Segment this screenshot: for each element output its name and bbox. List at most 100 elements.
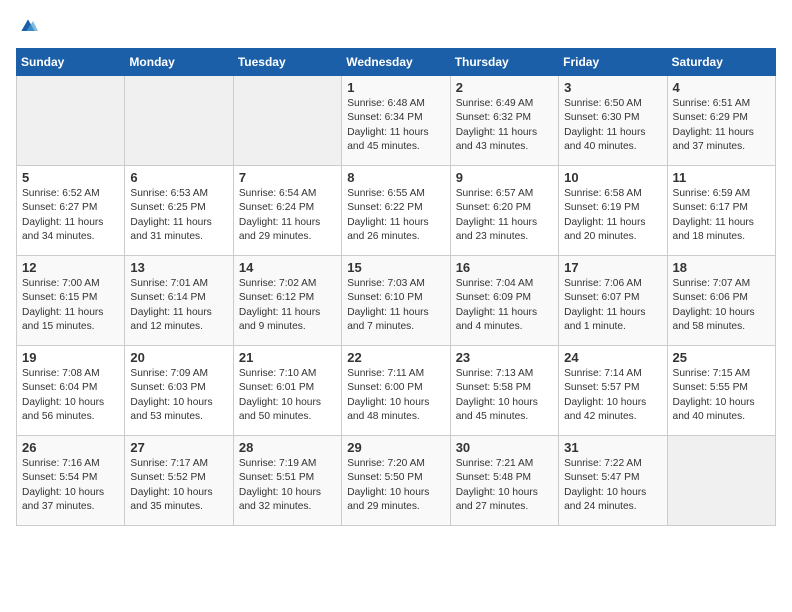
day-number: 27 — [130, 440, 227, 455]
day-info: Sunrise: 7:20 AM Sunset: 5:50 PM Dayligh… — [347, 457, 444, 514]
week-row-4: 26 Sunrise: 7:16 AM Sunset: 5:54 PM Dayli… — [17, 436, 776, 526]
calendar-cell: 21 Sunrise: 7:10 AM Sunset: 6:01 PM Dayli… — [233, 346, 341, 436]
day-number: 4 — [673, 80, 770, 95]
header-friday: Friday — [559, 49, 667, 76]
calendar-cell: 16 Sunrise: 7:04 AM Sunset: 6:09 PM Dayli… — [450, 256, 558, 346]
week-row-0: 1 Sunrise: 6:48 AM Sunset: 6:34 PM Daylig… — [17, 76, 776, 166]
day-number: 20 — [130, 350, 227, 365]
day-info: Sunrise: 7:04 AM Sunset: 6:09 PM Dayligh… — [456, 277, 553, 334]
day-number: 29 — [347, 440, 444, 455]
calendar-cell: 10Sunrise: 6:58 AM Sunset: 6:19 PM Dayli… — [559, 166, 667, 256]
calendar-cell: 28 Sunrise: 7:19 AM Sunset: 5:51 PM Dayli… — [233, 436, 341, 526]
calendar-cell: 5 Sunrise: 6:52 AM Sunset: 6:27 PM Daylig… — [17, 166, 125, 256]
day-number: 31 — [564, 440, 661, 455]
day-number: 13 — [130, 260, 227, 275]
day-number: 1 — [347, 80, 444, 95]
day-number: 14 — [239, 260, 336, 275]
calendar-cell: 12 Sunrise: 7:00 AM Sunset: 6:15 PM Dayli… — [17, 256, 125, 346]
calendar-cell — [17, 76, 125, 166]
day-info: Sunrise: 6:51 AM Sunset: 6:29 PM Dayligh… — [673, 97, 770, 154]
day-number: 25 — [673, 350, 770, 365]
day-info: Sunrise: 6:57 AM Sunset: 6:20 PM Dayligh… — [456, 187, 553, 244]
day-info: Sunrise: 6:52 AM Sunset: 6:27 PM Dayligh… — [22, 187, 119, 244]
calendar-cell — [233, 76, 341, 166]
day-info: Sunrise: 7:21 AM Sunset: 5:48 PM Dayligh… — [456, 457, 553, 514]
calendar-cell: 31 Sunrise: 7:22 AM Sunset: 5:47 PM Dayli… — [559, 436, 667, 526]
day-info: Sunrise: 6:54 AM Sunset: 6:24 PM Dayligh… — [239, 187, 336, 244]
day-info: Sunrise: 7:19 AM Sunset: 5:51 PM Dayligh… — [239, 457, 336, 514]
day-number: 11 — [673, 170, 770, 185]
day-number: 16 — [456, 260, 553, 275]
day-info: Sunrise: 7:13 AM Sunset: 5:58 PM Dayligh… — [456, 367, 553, 424]
day-number: 30 — [456, 440, 553, 455]
calendar-cell: 20 Sunrise: 7:09 AM Sunset: 6:03 PM Dayli… — [125, 346, 233, 436]
day-number: 3 — [564, 80, 661, 95]
calendar-table: SundayMondayTuesdayWednesdayThursdayFrid… — [16, 48, 776, 526]
day-number: 26 — [22, 440, 119, 455]
header-wednesday: Wednesday — [342, 49, 450, 76]
calendar-cell: 18 Sunrise: 7:07 AM Sunset: 6:06 PM Dayli… — [667, 256, 775, 346]
day-info: Sunrise: 7:02 AM Sunset: 6:12 PM Dayligh… — [239, 277, 336, 334]
day-info: Sunrise: 7:09 AM Sunset: 6:03 PM Dayligh… — [130, 367, 227, 424]
calendar-cell: 2 Sunrise: 6:49 AM Sunset: 6:32 PM Daylig… — [450, 76, 558, 166]
calendar-cell: 22 Sunrise: 7:11 AM Sunset: 6:00 PM Dayli… — [342, 346, 450, 436]
day-info: Sunrise: 7:10 AM Sunset: 6:01 PM Dayligh… — [239, 367, 336, 424]
day-info: Sunrise: 7:15 AM Sunset: 5:55 PM Dayligh… — [673, 367, 770, 424]
calendar-cell: 15Sunrise: 7:03 AM Sunset: 6:10 PM Dayli… — [342, 256, 450, 346]
day-number: 23 — [456, 350, 553, 365]
calendar-cell: 3Sunrise: 6:50 AM Sunset: 6:30 PM Daylig… — [559, 76, 667, 166]
day-info: Sunrise: 6:55 AM Sunset: 6:22 PM Dayligh… — [347, 187, 444, 244]
calendar-cell: 9 Sunrise: 6:57 AM Sunset: 6:20 PM Daylig… — [450, 166, 558, 256]
calendar-cell: 27Sunrise: 7:17 AM Sunset: 5:52 PM Dayli… — [125, 436, 233, 526]
header-thursday: Thursday — [450, 49, 558, 76]
page-header — [16, 16, 776, 36]
day-number: 24 — [564, 350, 661, 365]
day-number: 18 — [673, 260, 770, 275]
calendar-body: 1 Sunrise: 6:48 AM Sunset: 6:34 PM Daylig… — [17, 76, 776, 526]
day-number: 17 — [564, 260, 661, 275]
day-info: Sunrise: 7:00 AM Sunset: 6:15 PM Dayligh… — [22, 277, 119, 334]
calendar-cell: 8 Sunrise: 6:55 AM Sunset: 6:22 PM Daylig… — [342, 166, 450, 256]
day-number: 15 — [347, 260, 444, 275]
calendar-cell: 26 Sunrise: 7:16 AM Sunset: 5:54 PM Dayli… — [17, 436, 125, 526]
header-sunday: Sunday — [17, 49, 125, 76]
calendar-cell: 7 Sunrise: 6:54 AM Sunset: 6:24 PM Daylig… — [233, 166, 341, 256]
day-number: 22 — [347, 350, 444, 365]
calendar-cell — [667, 436, 775, 526]
calendar-cell: 11 Sunrise: 6:59 AM Sunset: 6:17 PM Dayli… — [667, 166, 775, 256]
day-number: 21 — [239, 350, 336, 365]
calendar-cell: 30 Sunrise: 7:21 AM Sunset: 5:48 PM Dayli… — [450, 436, 558, 526]
calendar-cell: 13Sunrise: 7:01 AM Sunset: 6:14 PM Dayli… — [125, 256, 233, 346]
calendar-cell: 29 Sunrise: 7:20 AM Sunset: 5:50 PM Dayli… — [342, 436, 450, 526]
calendar-cell: 14 Sunrise: 7:02 AM Sunset: 6:12 PM Dayli… — [233, 256, 341, 346]
day-info: Sunrise: 7:16 AM Sunset: 5:54 PM Dayligh… — [22, 457, 119, 514]
day-info: Sunrise: 7:11 AM Sunset: 6:00 PM Dayligh… — [347, 367, 444, 424]
day-info: Sunrise: 7:06 AM Sunset: 6:07 PM Dayligh… — [564, 277, 661, 334]
day-number: 28 — [239, 440, 336, 455]
day-number: 19 — [22, 350, 119, 365]
day-number: 2 — [456, 80, 553, 95]
header-saturday: Saturday — [667, 49, 775, 76]
day-number: 5 — [22, 170, 119, 185]
header-tuesday: Tuesday — [233, 49, 341, 76]
calendar-cell: 25 Sunrise: 7:15 AM Sunset: 5:55 PM Dayli… — [667, 346, 775, 436]
week-row-3: 19 Sunrise: 7:08 AM Sunset: 6:04 PM Dayli… — [17, 346, 776, 436]
week-row-2: 12 Sunrise: 7:00 AM Sunset: 6:15 PM Dayli… — [17, 256, 776, 346]
day-info: Sunrise: 7:07 AM Sunset: 6:06 PM Dayligh… — [673, 277, 770, 334]
day-number: 9 — [456, 170, 553, 185]
day-info: Sunrise: 7:14 AM Sunset: 5:57 PM Dayligh… — [564, 367, 661, 424]
day-info: Sunrise: 6:49 AM Sunset: 6:32 PM Dayligh… — [456, 97, 553, 154]
day-info: Sunrise: 7:22 AM Sunset: 5:47 PM Dayligh… — [564, 457, 661, 514]
calendar-cell: 23 Sunrise: 7:13 AM Sunset: 5:58 PM Dayli… — [450, 346, 558, 436]
day-info: Sunrise: 6:59 AM Sunset: 6:17 PM Dayligh… — [673, 187, 770, 244]
day-number: 6 — [130, 170, 227, 185]
calendar-cell: 4 Sunrise: 6:51 AM Sunset: 6:29 PM Daylig… — [667, 76, 775, 166]
day-info: Sunrise: 6:48 AM Sunset: 6:34 PM Dayligh… — [347, 97, 444, 154]
day-number: 8 — [347, 170, 444, 185]
day-info: Sunrise: 7:08 AM Sunset: 6:04 PM Dayligh… — [22, 367, 119, 424]
calendar-cell: 1 Sunrise: 6:48 AM Sunset: 6:34 PM Daylig… — [342, 76, 450, 166]
day-info: Sunrise: 6:53 AM Sunset: 6:25 PM Dayligh… — [130, 187, 227, 244]
day-number: 7 — [239, 170, 336, 185]
logo — [16, 16, 38, 36]
day-number: 12 — [22, 260, 119, 275]
